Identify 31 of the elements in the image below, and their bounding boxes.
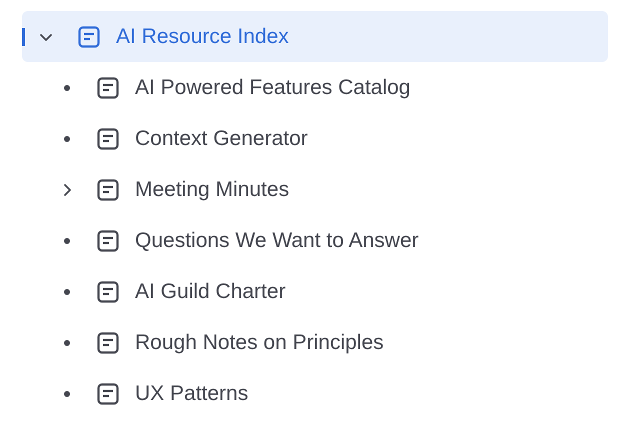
tree-item-label: Questions We Want to Answer bbox=[135, 228, 419, 254]
tree-item[interactable]: Rough Notes on Principles bbox=[22, 317, 608, 368]
tree-item-label: Context Generator bbox=[135, 126, 308, 152]
tree-item[interactable]: AI Guild Charter bbox=[22, 266, 608, 317]
bullet-icon bbox=[64, 238, 70, 244]
tree-item-label: AI Resource Index bbox=[116, 24, 289, 50]
tree-item[interactable]: AI Powered Features Catalog bbox=[22, 62, 608, 113]
document-icon bbox=[97, 382, 119, 404]
tree-item[interactable]: AI Resource Index bbox=[22, 11, 608, 62]
bullet-icon bbox=[64, 340, 70, 346]
tree-item-label: AI Guild Charter bbox=[135, 278, 286, 305]
document-icon bbox=[97, 76, 119, 98]
tree-item[interactable]: UX Patterns bbox=[22, 368, 608, 419]
tree-item-label: Meeting Minutes bbox=[135, 176, 290, 203]
tree-item[interactable]: Context Generator bbox=[22, 113, 608, 164]
document-icon bbox=[78, 26, 100, 48]
bullet-icon bbox=[64, 390, 70, 396]
document-icon bbox=[97, 178, 119, 200]
document-icon bbox=[97, 128, 119, 150]
document-icon bbox=[97, 230, 119, 252]
bullet-icon bbox=[64, 288, 70, 294]
tree-item-label: Rough Notes on Principles bbox=[135, 330, 384, 356]
selection-indicator bbox=[22, 28, 25, 46]
bullet-icon bbox=[64, 84, 70, 90]
tree-item-label: AI Powered Features Catalog bbox=[135, 74, 410, 101]
tree-item[interactable]: Meeting Minutes bbox=[22, 164, 608, 215]
document-icon bbox=[97, 280, 119, 302]
tree-item-label: UX Patterns bbox=[135, 380, 248, 407]
bullet-icon bbox=[64, 136, 70, 142]
document-icon bbox=[97, 332, 119, 354]
tree-item[interactable]: Questions We Want to Answer bbox=[22, 215, 608, 266]
